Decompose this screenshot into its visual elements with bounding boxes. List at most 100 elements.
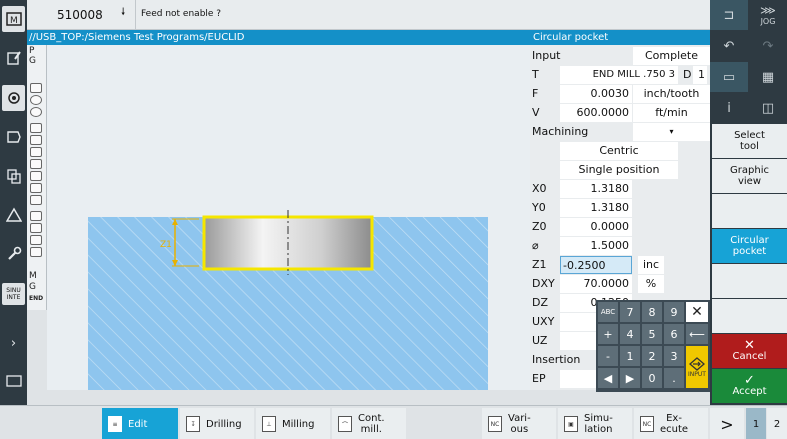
label-y0: Y0: [532, 201, 546, 214]
contour-block-icon[interactable]: [30, 211, 42, 221]
machine-icon[interactable]: M: [2, 6, 25, 32]
screen-icon[interactable]: [2, 368, 25, 394]
y0-field[interactable]: 1.3180: [560, 199, 632, 217]
block-icon[interactable]: [30, 83, 42, 93]
z1-unit-select[interactable]: inc: [638, 256, 664, 274]
calculator-icon[interactable]: ▦: [749, 62, 787, 92]
z1-field[interactable]: -0.2500: [560, 256, 632, 274]
machining-dropdown[interactable]: ▾: [633, 123, 710, 141]
speed-field[interactable]: 600.0000: [560, 104, 632, 122]
speed-unit-select[interactable]: ft/min: [633, 104, 710, 122]
close-keypad-icon[interactable]: ✕: [686, 302, 708, 322]
undo-icon[interactable]: ↶: [710, 31, 748, 61]
circular-pocket-softkey[interactable]: Circular pocket: [712, 229, 787, 263]
copy-icon[interactable]: [2, 163, 25, 189]
jog-mode-button[interactable]: ⋙ JOG: [749, 0, 787, 30]
key-decimal[interactable]: .: [664, 368, 684, 388]
block-icon[interactable]: [30, 223, 42, 233]
z0-field[interactable]: 0.0000: [560, 218, 632, 236]
execute-softkey[interactable]: NC Ex- ecute: [634, 408, 708, 439]
block-icon[interactable]: [30, 235, 42, 245]
page-1-button[interactable]: 1: [746, 408, 766, 439]
drilling-softkey[interactable]: ↧ Drilling: [180, 408, 254, 439]
tool-field[interactable]: END MILL .750 3 FLUTES: [560, 66, 678, 98]
edit-icon[interactable]: [2, 45, 25, 71]
display-icon[interactable]: ▭: [710, 62, 748, 92]
key-minus[interactable]: -: [598, 346, 618, 366]
wrench-icon[interactable]: [2, 241, 25, 267]
feed-unit-select[interactable]: inch/tooth: [633, 85, 710, 103]
key-left[interactable]: ◀: [598, 368, 618, 388]
dxy-field[interactable]: 70.0000: [560, 275, 632, 293]
key-2[interactable]: 2: [642, 346, 662, 366]
feed-field[interactable]: 0.0030: [560, 85, 632, 103]
divider: [135, 0, 136, 30]
edit-softkey[interactable]: ≡ Edit: [102, 408, 178, 439]
contour-mill-icon: ⌒: [338, 416, 352, 432]
empty-softkey[interactable]: [712, 264, 787, 298]
alarm-down-arrow-icon[interactable]: 🠗: [121, 5, 125, 22]
screen: M SINU INTE › 510008 🠗 Feed not enable ?…: [0, 0, 787, 439]
row-dxy: DXY 70.0000 %: [530, 274, 710, 294]
strip-label-g: G: [29, 56, 36, 66]
check-icon: ✓: [744, 373, 755, 388]
info-icon[interactable]: i: [710, 93, 748, 123]
block-icon[interactable]: [30, 247, 42, 257]
help-graphic: Z1: [47, 45, 530, 390]
sinumerik-icon[interactable]: SINU INTE: [2, 283, 25, 305]
key-right[interactable]: ▶: [620, 368, 640, 388]
circle-block-icon[interactable]: [30, 107, 42, 117]
key-7[interactable]: 7: [620, 302, 640, 322]
input-key-label: INPUT: [688, 370, 706, 378]
key-1[interactable]: 1: [620, 346, 640, 366]
block-icon[interactable]: [30, 195, 42, 205]
position-pattern-select[interactable]: Single position: [560, 161, 678, 179]
warning-icon[interactable]: [2, 202, 25, 228]
row-v: V 600.0000 ft/min: [530, 103, 710, 123]
x0-field[interactable]: 1.3180: [560, 180, 632, 198]
empty-softkey[interactable]: [712, 299, 787, 333]
redo-icon[interactable]: ↷: [749, 31, 787, 61]
dxy-unit-select[interactable]: %: [638, 275, 664, 293]
backspace-icon[interactable]: ⟵: [686, 324, 708, 344]
position-mode-select[interactable]: Centric: [560, 142, 678, 160]
circle-block-icon[interactable]: [30, 95, 42, 105]
block-icon[interactable]: [30, 183, 42, 193]
contour-block-icon[interactable]: [30, 123, 42, 133]
expand-arrow-icon[interactable]: ›: [2, 330, 25, 356]
block-icon[interactable]: [30, 135, 42, 145]
more-softkey[interactable]: >: [710, 408, 744, 439]
graphic-view-softkey[interactable]: Graphic view: [712, 159, 787, 193]
d-number-field[interactable]: 1: [693, 66, 707, 84]
key-6[interactable]: 6: [664, 324, 684, 344]
enter-icon: [689, 356, 705, 371]
select-tool-softkey[interactable]: Select tool: [712, 124, 787, 158]
key-8[interactable]: 8: [642, 302, 662, 322]
cancel-softkey[interactable]: ✕ Cancel: [712, 334, 787, 368]
horizontal-softkeys: ≡ Edit ↧ Drilling ⊥ Milling ⌒ Cont. mill…: [0, 405, 787, 439]
empty-softkey[interactable]: [712, 194, 787, 228]
window-select-icon[interactable]: ⊐: [710, 0, 748, 30]
contour-block-icon[interactable]: [30, 171, 42, 181]
block-icon[interactable]: [30, 159, 42, 169]
accept-softkey[interactable]: ✓ Accept: [712, 369, 787, 403]
key-5[interactable]: 5: [642, 324, 662, 344]
contour-milling-softkey[interactable]: ⌒ Cont. mill.: [332, 408, 406, 439]
program-icon[interactable]: [2, 85, 25, 111]
window-icon[interactable]: [2, 124, 25, 150]
key-9[interactable]: 9: [664, 302, 684, 322]
input-key[interactable]: INPUT: [686, 346, 708, 388]
key-4[interactable]: 4: [620, 324, 640, 344]
key-3[interactable]: 3: [664, 346, 684, 366]
input-mode-select[interactable]: Complete: [633, 47, 710, 65]
key-plus[interactable]: +: [598, 324, 618, 344]
various-softkey[interactable]: NC Vari- ous: [482, 408, 556, 439]
page-2-button[interactable]: 2: [767, 408, 787, 439]
key-abc[interactable]: ABC: [598, 302, 618, 322]
camera-icon[interactable]: ◫: [749, 93, 787, 123]
milling-softkey[interactable]: ⊥ Milling: [256, 408, 330, 439]
block-icon[interactable]: [30, 147, 42, 157]
key-0[interactable]: 0: [642, 368, 662, 388]
diameter-field[interactable]: 1.5000: [560, 237, 632, 255]
simulation-softkey[interactable]: ▣ Simu- lation: [558, 408, 632, 439]
